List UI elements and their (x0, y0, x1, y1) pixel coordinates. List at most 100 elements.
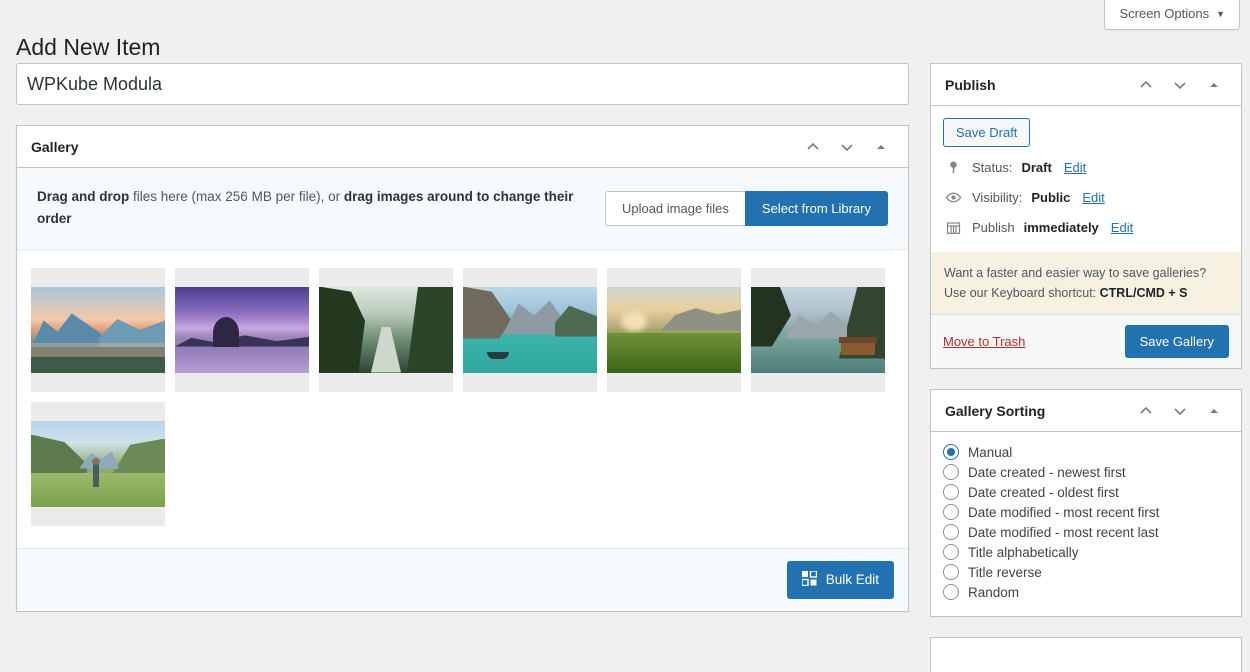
gallery-thumbnail[interactable] (607, 267, 741, 392)
gallery-thumbnail[interactable] (175, 267, 309, 392)
gallery-sorting-panel-header: Gallery Sorting (931, 390, 1241, 432)
schedule-value: immediately (1023, 220, 1099, 235)
gallery-sorting-handle-actions (1131, 396, 1229, 426)
sort-option-label: Random (968, 584, 1020, 600)
bulk-edit-label: Bulk Edit (825, 572, 879, 588)
main-column: Gallery Drag and drop files here (max 25… (16, 63, 909, 612)
upload-image-files-button[interactable]: Upload image files (604, 190, 745, 226)
move-up-icon[interactable] (798, 132, 828, 162)
toggle-panel-triangle-up-icon[interactable] (866, 132, 896, 162)
move-down-icon[interactable] (1165, 396, 1195, 426)
gallery-thumbnail[interactable] (751, 267, 885, 392)
status-edit-link[interactable]: Edit (1064, 160, 1086, 175)
sort-option-title-alphabetically[interactable]: Title alphabetically (943, 542, 1229, 562)
sort-option-manual[interactable]: Manual (943, 442, 1229, 462)
schedule-edit-link[interactable]: Edit (1111, 220, 1133, 235)
status-value: Draft (1021, 160, 1052, 175)
eye-icon (943, 189, 963, 206)
golden-meadow-sunrise-image (607, 286, 741, 373)
gallery-sorting-panel: Gallery Sorting Manual Date created - ne… (930, 389, 1242, 617)
chevron-down-icon: ▼ (1216, 8, 1225, 19)
move-up-icon[interactable] (1131, 396, 1161, 426)
gallery-thumbnail[interactable] (31, 401, 165, 526)
wordpress-admin-screen: Screen Options ▼ Add New Item Gallery (0, 0, 1250, 672)
sort-option-title-reverse[interactable]: Title reverse (943, 562, 1229, 582)
sort-option-date-created-newest[interactable]: Date created - newest first (943, 462, 1229, 482)
move-up-icon[interactable] (1131, 70, 1161, 100)
gallery-panel-title: Gallery (31, 138, 79, 155)
grid-squares-icon (801, 569, 817, 589)
radio-title-alphabetically[interactable] (943, 544, 959, 560)
hiker-green-valley-image (31, 420, 165, 507)
move-down-icon[interactable] (832, 132, 862, 162)
misty-forest-river-image (319, 286, 453, 373)
radio-date-modified-recent-last[interactable] (943, 524, 959, 540)
gallery-thumbnail-grid (17, 249, 908, 548)
sort-option-label: Title alphabetically (968, 544, 1079, 560)
schedule-row: Publish immediately Edit (943, 213, 1229, 242)
publish-actions-row: Move to Trash Save Gallery (931, 314, 1241, 368)
visibility-label: Visibility: (972, 190, 1023, 205)
select-from-library-button[interactable]: Select from Library (744, 190, 888, 226)
dropzone-bold-1: Drag and drop (37, 189, 130, 204)
move-down-icon[interactable] (1165, 70, 1195, 100)
screen-options-tab[interactable]: Screen Options ▼ (1104, 0, 1240, 30)
sort-option-label: Date created - newest first (968, 464, 1126, 480)
side-column: Publish Save Draft Status: Draft Edit Vi… (930, 63, 1242, 672)
move-to-trash-link[interactable]: Move to Trash (943, 334, 1025, 349)
gallery-sorting-options: Manual Date created - newest first Date … (931, 432, 1241, 616)
dropzone-instructions: Drag and drop files here (max 256 MB per… (37, 186, 577, 231)
radio-title-reverse[interactable] (943, 564, 959, 580)
gallery-thumbnail[interactable] (319, 267, 453, 392)
gallery-sorting-panel-title: Gallery Sorting (945, 402, 1046, 419)
sort-option-date-modified-recent-last[interactable]: Date modified - most recent last (943, 522, 1229, 542)
radio-date-created-oldest[interactable] (943, 484, 959, 500)
upload-button-group: Upload image files Select from Library (604, 190, 888, 226)
radio-date-modified-recent-first[interactable] (943, 504, 959, 520)
publish-panel-body: Save Draft Status: Draft Edit Visibility… (931, 106, 1241, 368)
toggle-panel-triangle-up-icon[interactable] (1199, 396, 1229, 426)
radio-manual[interactable] (943, 444, 959, 460)
gallery-thumbnail[interactable] (31, 267, 165, 392)
gallery-thumbnail[interactable] (463, 267, 597, 392)
publish-panel-title: Publish (945, 76, 996, 93)
status-row: Status: Draft Edit (943, 153, 1229, 182)
gallery-panel: Gallery Drag and drop files here (max 25… (16, 125, 909, 612)
sort-option-label: Date modified - most recent first (968, 504, 1160, 520)
gallery-dropzone[interactable]: Drag and drop files here (max 256 MB per… (17, 168, 908, 250)
sort-option-label: Manual (968, 444, 1013, 460)
toggle-panel-triangle-up-icon[interactable] (1199, 70, 1229, 100)
publish-panel-handle-actions (1131, 70, 1229, 100)
sort-option-random[interactable]: Random (943, 582, 1229, 602)
turquoise-alpine-lake-boat-image (463, 286, 597, 373)
sort-option-date-created-oldest[interactable]: Date created - oldest first (943, 482, 1229, 502)
lake-braies-boathouse-image (751, 286, 885, 373)
radio-date-created-newest[interactable] (943, 464, 959, 480)
gallery-panel-handle-actions (798, 132, 896, 162)
keyboard-shortcut-value: CTRL/CMD + S (1099, 286, 1188, 300)
sort-option-date-modified-recent-first[interactable]: Date modified - most recent first (943, 502, 1229, 522)
schedule-label: Publish (972, 220, 1015, 235)
sort-option-label: Title reverse (968, 564, 1042, 580)
dropzone-normal-1: files here (max 256 MB per file), or (129, 189, 344, 204)
save-draft-button[interactable]: Save Draft (943, 118, 1031, 147)
radio-random[interactable] (943, 584, 959, 600)
bulk-edit-button[interactable]: Bulk Edit (786, 560, 894, 599)
gallery-title-input[interactable] (16, 63, 909, 105)
visibility-row: Visibility: Public Edit (943, 182, 1229, 213)
publish-panel: Publish Save Draft Status: Draft Edit Vi… (930, 63, 1242, 369)
gallery-panel-footer: Bulk Edit (17, 547, 908, 611)
gallery-panel-header: Gallery (17, 126, 908, 168)
keyboard-shortcut-notice: Want a faster and easier way to save gal… (931, 252, 1241, 314)
post-status-pin-icon (943, 160, 963, 175)
sort-option-label: Date created - oldest first (968, 484, 1119, 500)
purple-twilight-lake-image (175, 286, 309, 373)
screen-options-label: Screen Options (1119, 6, 1210, 21)
calendar-icon (943, 220, 963, 235)
visibility-edit-link[interactable]: Edit (1082, 190, 1104, 205)
next-panel-partial (930, 637, 1242, 672)
visibility-value: Public (1031, 190, 1071, 205)
page-title: Add New Item (16, 34, 161, 61)
save-gallery-button[interactable]: Save Gallery (1124, 325, 1229, 358)
sort-option-label: Date modified - most recent last (968, 524, 1159, 540)
